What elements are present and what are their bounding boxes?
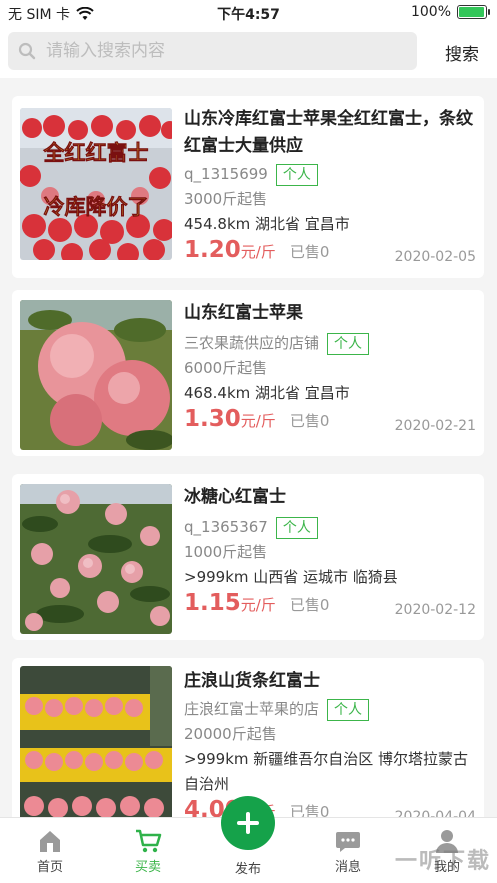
watermark: 一听下载 [394,849,491,874]
listing-date: 2020-02-21 [394,418,476,434]
seller-name: 庄浪红富士苹果的店 [184,700,320,718]
product-image [20,484,172,634]
home-icon [40,831,60,852]
seller-name: 三农果蔬供应的店铺 [184,334,320,352]
seller-type-badge: 个人 [275,163,318,186]
listing-title: 山东冷库红富士苹果全红红富士，条纹红富士大量供应 [184,109,473,156]
publish-button[interactable] [221,796,275,850]
price: 1.15 [184,590,241,616]
search-input[interactable] [46,41,386,61]
min-order: 6000斤起售 [184,359,268,377]
min-order: 20000斤起售 [184,725,277,743]
search-box[interactable] [8,32,417,70]
tab-messages-label: 消息 [334,860,361,875]
tab-messages[interactable]: 消息 [308,818,388,883]
seller-type-badge: 个人 [327,332,370,355]
sold-count: 已售0 [289,596,330,614]
location: >999km 山西省 运城市 临猗县 [184,568,398,586]
tab-bar: 首页 买卖 发布 消息 我的 一听下载 [0,796,497,883]
tab-trade[interactable]: 买卖 [108,818,188,883]
listing-date: 2020-04-04 [394,809,476,817]
price-unit: 元/斤 [240,412,276,430]
listing-card[interactable]: 山东红富士苹果 三农果蔬供应的店铺 个人 6000斤起售 468.4km 湖北省… [12,290,484,456]
battery-icon [457,5,490,19]
seller-type-badge: 个人 [275,516,318,539]
price-unit: 元/斤 [240,243,276,261]
sold-count: 已售0 [289,243,330,261]
price: 1.20 [184,237,241,263]
listing-date: 2020-02-05 [394,249,476,265]
image-caption-1: 全红红富士 [43,141,149,165]
seller-name: q_1315699 [184,165,268,183]
product-image: 全红红富士 冷库降价了 [20,108,172,260]
seller-name: q_1365367 [184,518,268,536]
product-image [20,666,172,817]
tab-trade-label: 买卖 [134,860,161,875]
location: >999km 新疆维吾尔自治区 博尔塔拉蒙古自治州 [184,750,469,793]
price-unit: 元/斤 [240,596,276,614]
sold-count: 已售0 [289,803,330,817]
listing-title: 冰糖心红富士 [184,487,286,507]
status-bar: 无 SIM 卡 下午4:57 100% [0,0,497,26]
min-order: 1000斤起售 [184,543,268,561]
location: 454.8km 湖北省 宜昌市 [184,215,350,233]
product-image [20,300,172,450]
listing-title: 山东红富士苹果 [184,303,303,323]
search-button[interactable]: 搜索 [445,40,479,65]
cart-icon [136,829,162,853]
listing-card[interactable]: 冰糖心红富士 q_1365367 个人 1000斤起售 >999km 山西省 运… [12,474,484,640]
tab-home-label: 首页 [36,860,63,875]
image-caption-2: 冷库降价了 [44,195,149,219]
battery-percent: 100% [410,4,451,20]
price: 1.30 [184,406,241,432]
seller-type-badge: 个人 [327,698,370,721]
listing-card[interactable]: 庄浪山货条红富士 庄浪红富士苹果的店 个人 20000斤起售 >999km 新疆… [12,658,484,817]
search-bar: 搜索 [0,26,497,78]
listing-title: 庄浪山货条红富士 [184,671,320,691]
location: 468.4km 湖北省 宜昌市 [184,384,350,402]
listing-card[interactable]: 全红红富士 冷库降价了 山东冷库红富士苹果全红红富士，条纹红富士大量供应 q_1… [12,96,484,278]
listing-list[interactable]: 全红红富士 冷库降价了 山东冷库红富士苹果全红红富士，条纹红富士大量供应 q_1… [0,78,497,817]
tab-publish-label: 发布 [234,862,261,877]
message-icon [336,832,360,852]
plus-icon [237,812,259,834]
tab-home[interactable]: 首页 [10,818,90,883]
listing-date: 2020-02-12 [394,602,476,618]
sold-count: 已售0 [289,412,330,430]
search-icon [18,42,36,60]
min-order: 3000斤起售 [184,190,268,208]
